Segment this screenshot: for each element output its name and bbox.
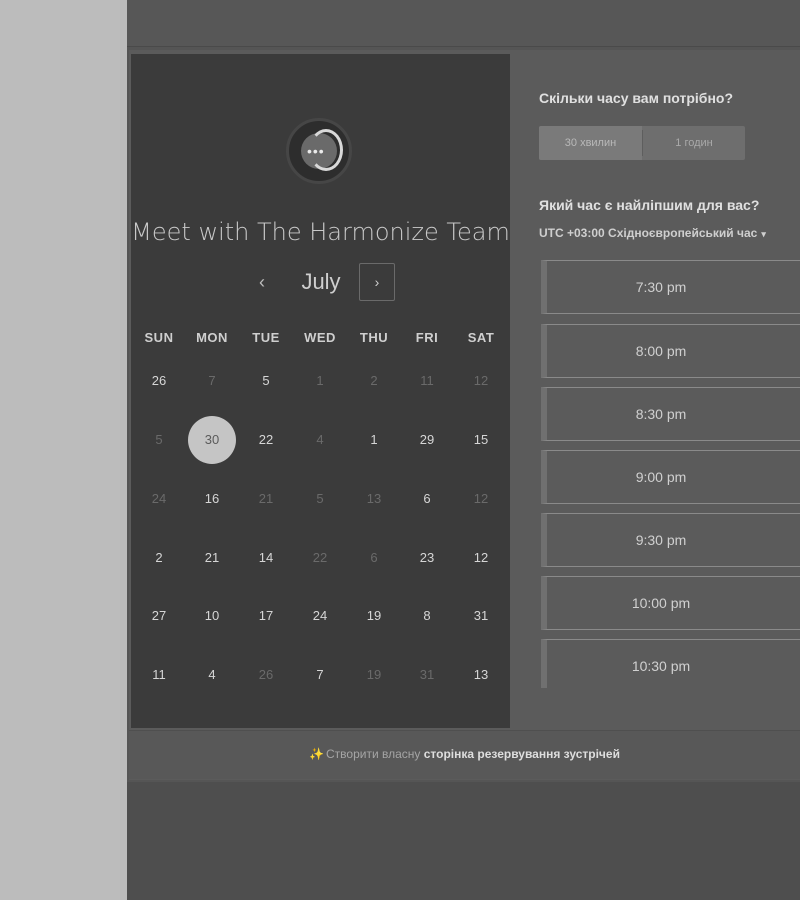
calendar-day: 19 bbox=[366, 667, 382, 682]
weekday-label: TUE bbox=[252, 330, 280, 345]
top-strip bbox=[127, 0, 800, 47]
time-slot-label: 8:00 pm bbox=[635, 343, 687, 359]
calendar-day: 13 bbox=[366, 491, 382, 506]
calendar-day[interactable]: 14 bbox=[242, 534, 290, 582]
calendar-day-selected[interactable]: 30 bbox=[188, 416, 236, 464]
footer-bar: ✨ Створити власну сторінка резервування з… bbox=[129, 730, 800, 779]
calendar-day[interactable]: 10 bbox=[188, 592, 236, 640]
calendar-day[interactable]: 8 bbox=[403, 592, 451, 640]
calendar-day[interactable]: 4 bbox=[188, 651, 236, 699]
calendar-title: Meet with The Harmonize Team bbox=[131, 218, 510, 246]
weekday-label: WED bbox=[304, 330, 336, 345]
time-slot[interactable]: 7:30 pm bbox=[541, 260, 800, 314]
calendar-day[interactable]: 24 bbox=[296, 592, 344, 640]
duration-option-1h[interactable]: 1 годин bbox=[643, 126, 745, 160]
time-slot-list[interactable]: 7:30 pm 8:00 pm 8:30 pm 9:00 pm 9:30 pm … bbox=[541, 258, 800, 688]
calendar-day[interactable]: 12 bbox=[457, 534, 505, 582]
next-month-button[interactable]: › bbox=[359, 263, 395, 301]
calendar-day: 12 bbox=[473, 373, 489, 388]
month-label: July bbox=[301, 269, 341, 294]
chevron-right-icon: › bbox=[374, 274, 380, 290]
caret-down-icon: ▾ bbox=[761, 229, 766, 239]
calendar-day[interactable]: 6 bbox=[403, 475, 451, 523]
calendar-day: 1 bbox=[316, 373, 324, 388]
time-slot-label: 7:30 pm bbox=[635, 279, 687, 295]
time-slot-label: 9:30 pm bbox=[635, 532, 687, 548]
time-slot[interactable]: 8:30 pm bbox=[541, 387, 800, 441]
calendar-day[interactable]: 5 bbox=[242, 357, 290, 405]
calendar-day[interactable]: 1 bbox=[350, 416, 398, 464]
time-slot-label: 9:00 pm bbox=[635, 469, 687, 485]
time-slot-label: 8:30 pm bbox=[635, 406, 687, 422]
weekday-label: MON bbox=[196, 330, 228, 345]
timezone-label: UTC +03:00 Східноєвропейський час bbox=[539, 226, 758, 240]
team-avatar: ••• bbox=[286, 118, 352, 184]
calendar-day: 6 bbox=[370, 550, 378, 565]
weekday-header: SUN MON TUE WED THU FRI SAT bbox=[131, 330, 510, 354]
calendar-day: 12 bbox=[473, 491, 489, 506]
create-booking-page-link[interactable]: сторінка резервування зустрічей bbox=[424, 747, 620, 761]
calendar-day[interactable]: 27 bbox=[135, 592, 183, 640]
calendar-day: 11 bbox=[420, 373, 434, 388]
calendar-day: 5 bbox=[155, 432, 163, 447]
calendar-day[interactable]: 17 bbox=[242, 592, 290, 640]
calendar-day: 22 bbox=[312, 550, 328, 565]
weekday-label: SUN bbox=[144, 330, 174, 345]
calendar-day[interactable]: 19 bbox=[350, 592, 398, 640]
chat-dots-icon: ••• bbox=[307, 143, 325, 159]
time-slot[interactable]: 8:00 pm bbox=[541, 324, 800, 378]
calendar-day: 7 bbox=[208, 373, 216, 388]
calendar-day[interactable]: 11 bbox=[135, 651, 183, 699]
time-slot-label: 10:00 pm bbox=[631, 595, 691, 611]
chevron-left-icon: ‹ bbox=[259, 272, 265, 292]
calendar-day: 2 bbox=[370, 373, 378, 388]
calendar-day[interactable]: 26 bbox=[135, 357, 183, 405]
calendar-day[interactable]: 31 bbox=[457, 592, 505, 640]
time-question: Який час є найліпшим для вас? bbox=[539, 197, 760, 213]
left-gutter bbox=[0, 0, 127, 900]
time-slot[interactable]: 10:00 pm bbox=[541, 576, 800, 630]
calendar-day[interactable]: 22 bbox=[242, 416, 290, 464]
weekday-label: THU bbox=[359, 330, 389, 345]
calendar-day[interactable]: 13 bbox=[457, 651, 505, 699]
calendar-day[interactable]: 15 bbox=[457, 416, 505, 464]
calendar-day: 4 bbox=[316, 432, 324, 447]
footer-text: ✨ Створити власну сторінка резервування з… bbox=[129, 747, 800, 761]
duration-toggle: 30 хвилин 1 годин bbox=[539, 126, 745, 160]
prev-month-button[interactable]: ‹ bbox=[251, 262, 273, 302]
time-slot[interactable]: 9:00 pm bbox=[541, 450, 800, 504]
time-slot[interactable]: 9:30 pm bbox=[541, 513, 800, 567]
weekday-label: SAT bbox=[467, 330, 495, 345]
month-navigation: ‹ July › bbox=[131, 262, 510, 302]
timezone-select[interactable]: UTC +03:00 Східноєвропейський час ▾ bbox=[539, 226, 800, 244]
time-slot[interactable]: 10:30 pm bbox=[541, 639, 800, 688]
weekday-label: FRI bbox=[415, 330, 439, 345]
calendar-day: 26 bbox=[258, 667, 274, 682]
calendar-day: 21 bbox=[258, 491, 274, 506]
duration-option-30min[interactable]: 30 хвилин bbox=[539, 126, 642, 160]
time-slot-label: 10:30 pm bbox=[631, 658, 691, 674]
duration-question: Скільки часу вам потрібно? bbox=[539, 90, 734, 106]
calendar-day[interactable]: 29 bbox=[403, 416, 451, 464]
calendar-day: 31 bbox=[419, 667, 435, 682]
calendar-day[interactable]: 23 bbox=[403, 534, 451, 582]
footer-prefix: Створити власну bbox=[326, 747, 421, 761]
calendar-day[interactable]: 7 bbox=[296, 651, 344, 699]
sparkle-icon: ✨ bbox=[309, 747, 324, 761]
bottom-area bbox=[127, 782, 800, 900]
calendar-day[interactable]: 2 bbox=[135, 534, 183, 582]
calendar-day[interactable]: 21 bbox=[188, 534, 236, 582]
calendar-day: 5 bbox=[316, 491, 324, 506]
calendar-day: 24 bbox=[151, 491, 167, 506]
calendar-day[interactable]: 16 bbox=[188, 475, 236, 523]
